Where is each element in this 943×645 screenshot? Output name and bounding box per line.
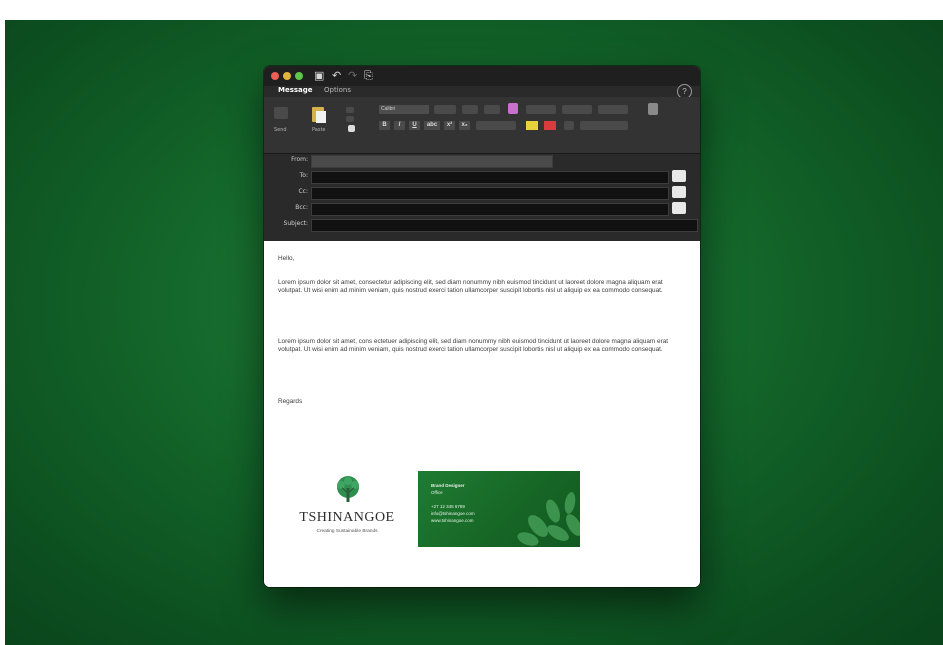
greeting-text: Hello, bbox=[278, 255, 295, 262]
signature-logo: TSHINANGOE Creating Sustainable Brands bbox=[282, 474, 412, 546]
bcc-address-book-button[interactable] bbox=[672, 202, 686, 214]
format-painter-icon[interactable] bbox=[348, 125, 355, 132]
paste-label: Paste bbox=[312, 127, 326, 133]
undo-icon[interactable]: ↶ bbox=[332, 69, 341, 82]
bullets-button[interactable] bbox=[526, 105, 556, 114]
card-line-5: www.tshinangoe.com bbox=[431, 518, 474, 523]
indent-button[interactable] bbox=[598, 105, 628, 114]
attachment-icon[interactable]: ⎘ bbox=[364, 69, 373, 82]
tree-logo-icon bbox=[337, 476, 359, 502]
to-row: To: bbox=[264, 170, 700, 184]
from-row: From: bbox=[264, 154, 700, 168]
close-window-button[interactable] bbox=[271, 72, 279, 80]
underline-button[interactable]: U bbox=[409, 121, 420, 130]
tab-message[interactable]: Message bbox=[278, 86, 313, 95]
to-input[interactable] bbox=[311, 171, 669, 184]
paste-sheet-icon bbox=[316, 111, 326, 123]
paragraph-options-button[interactable] bbox=[580, 121, 628, 130]
subject-input[interactable] bbox=[311, 219, 698, 232]
bcc-label: Bcc: bbox=[295, 204, 308, 211]
font-size-select[interactable] bbox=[434, 105, 456, 114]
italic-button[interactable]: I bbox=[394, 121, 405, 130]
card-line-3: +27 12 345 6789 bbox=[431, 504, 465, 509]
align-button[interactable] bbox=[564, 121, 574, 130]
send-button[interactable] bbox=[274, 107, 288, 119]
leaves-decoration-icon bbox=[517, 492, 580, 546]
minimize-window-button[interactable] bbox=[283, 72, 291, 80]
strikethrough-button[interactable]: abc bbox=[424, 121, 440, 130]
logo-wordmark: TSHINANGOE bbox=[299, 510, 395, 525]
cut-button[interactable] bbox=[346, 107, 354, 113]
body-paragraph-2: Lorem ipsum dolor sit amet, cons ectetue… bbox=[278, 338, 669, 353]
to-label: To: bbox=[299, 172, 308, 179]
card-line-1: Brand Designer bbox=[431, 483, 465, 488]
grow-font-button[interactable] bbox=[462, 105, 478, 114]
from-select[interactable] bbox=[311, 155, 553, 168]
bcc-row: Bcc: bbox=[264, 202, 700, 216]
subscript-button[interactable]: x₂ bbox=[459, 121, 470, 130]
send-label: Send bbox=[274, 127, 287, 133]
window-chrome: ▣ ↶ ↷ ⎘ Message Options ? Send Paste Cal… bbox=[264, 66, 700, 241]
font-options-button[interactable] bbox=[476, 121, 516, 130]
card-line-4: info@tshinangoe.com bbox=[431, 511, 475, 516]
superscript-button[interactable]: x² bbox=[444, 121, 455, 130]
font-name-select[interactable]: Calibri bbox=[379, 105, 429, 114]
numbering-button[interactable] bbox=[562, 105, 592, 114]
subject-row: Subject: bbox=[264, 218, 700, 232]
redo-icon[interactable]: ↷ bbox=[348, 69, 357, 82]
business-card-image: Brand Designer Office +27 12 345 6789 in… bbox=[418, 471, 580, 547]
cc-address-book-button[interactable] bbox=[672, 186, 686, 198]
cc-row: Cc: bbox=[264, 186, 700, 200]
font-color-icon[interactable] bbox=[544, 121, 556, 130]
message-body[interactable]: Hello, Lorem ipsum dolor sit amet, conse… bbox=[264, 241, 700, 587]
tab-options[interactable]: Options bbox=[324, 86, 351, 95]
highlight-color-icon[interactable] bbox=[526, 121, 538, 130]
shrink-font-button[interactable] bbox=[484, 105, 500, 114]
cc-input[interactable] bbox=[311, 187, 669, 200]
to-address-book-button[interactable] bbox=[672, 170, 686, 182]
zoom-window-button[interactable] bbox=[295, 72, 303, 80]
card-line-2: Office bbox=[431, 490, 443, 495]
styles-icon[interactable] bbox=[648, 103, 658, 115]
email-compose-window: ▣ ↶ ↷ ⎘ Message Options ? Send Paste Cal… bbox=[264, 66, 700, 587]
ribbon: Send Paste Calibri B I U abc x² x₂ bbox=[264, 97, 700, 154]
address-fields: From: To: Cc: Bcc: Subject: bbox=[264, 154, 700, 241]
logo-tagline: Creating Sustainable Brands bbox=[316, 529, 378, 534]
from-label: From: bbox=[291, 156, 308, 163]
body-paragraph-1: Lorem ipsum dolor sit amet, consectetur … bbox=[278, 279, 663, 294]
regards-text: Regards bbox=[278, 398, 303, 405]
clear-format-icon[interactable] bbox=[508, 103, 518, 114]
subject-label: Subject: bbox=[283, 220, 308, 227]
cc-label: Cc: bbox=[298, 188, 308, 195]
bold-button[interactable]: B bbox=[379, 121, 390, 130]
copy-button[interactable] bbox=[346, 116, 354, 122]
save-icon[interactable]: ▣ bbox=[314, 69, 324, 82]
titlebar: ▣ ↶ ↷ ⎘ bbox=[264, 66, 700, 86]
bcc-input[interactable] bbox=[311, 203, 669, 216]
